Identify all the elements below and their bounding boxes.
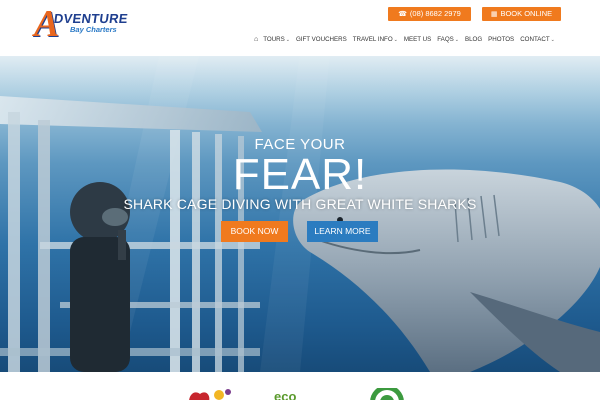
book-online-label: BOOK ONLINE	[500, 9, 553, 18]
chevron-down-icon: ⌄	[393, 37, 398, 43]
nav-item-tours[interactable]: TOURS⌄	[263, 35, 290, 45]
hero-headline: FEAR!	[232, 150, 368, 199]
home-icon[interactable]: ⌂	[254, 35, 258, 45]
nav-item-faqs[interactable]: FAQS⌄	[437, 35, 459, 45]
nav-item-photos[interactable]: PHOTOS	[488, 35, 514, 45]
nav-label: CONTACT	[520, 36, 550, 43]
hero-subheadline: SHARK CAGE DIVING WITH GREAT WHITE SHARK…	[123, 196, 477, 212]
nav-label: BLOG	[464, 36, 483, 43]
partner-logo-1[interactable]	[186, 388, 232, 400]
partner-logo-eco[interactable]: eco	[274, 388, 320, 400]
nav-label: TOURS	[263, 36, 285, 43]
logo-wordmark: DVENTURE	[52, 11, 129, 26]
site-logo[interactable]: A DVENTURE Bay Charters	[34, 5, 129, 45]
calendar-icon: ▦	[490, 11, 498, 18]
nav-item-contact[interactable]: CONTACT⌄	[520, 35, 555, 45]
phone-button[interactable]: ☎ (08) 8682 2979	[388, 7, 471, 21]
chevron-down-icon: ⌄	[285, 37, 290, 43]
site-header: A DVENTURE Bay Charters ☎ (08) 8682 2979 …	[0, 0, 600, 56]
phone-button-label: (08) 8682 2979	[409, 9, 461, 18]
nav-label: TRAVEL INFO	[352, 36, 393, 43]
partner-logos: eco	[0, 372, 600, 400]
nav-item-meet-us[interactable]: MEET US	[404, 35, 431, 45]
chevron-down-icon: ⌄	[454, 37, 459, 43]
hero-banner: FACE YOUR FEAR! SHARK CAGE DIVING WITH G…	[0, 52, 600, 372]
book-now-button[interactable]: BOOK NOW	[221, 221, 288, 242]
learn-more-button[interactable]: LEARN MORE	[307, 221, 378, 242]
logo-subtitle: Bay Charters	[70, 25, 117, 34]
nav-label: FAQS	[437, 36, 454, 43]
partner-logo-3[interactable]	[366, 388, 408, 400]
chevron-down-icon: ⌄	[550, 37, 555, 43]
main-nav: ⌂ TOURS⌄ GIFT VOUCHERS TRAVEL INFO⌄ MEET…	[254, 35, 561, 45]
eco-logo-text: eco	[274, 389, 297, 400]
hero-content: FACE YOUR FEAR! SHARK CAGE DIVING WITH G…	[0, 52, 600, 372]
nav-label: GIFT VOUCHERS	[295, 36, 347, 43]
nav-item-gift-vouchers[interactable]: GIFT VOUCHERS	[296, 35, 347, 45]
nav-item-travel-info[interactable]: TRAVEL INFO⌄	[353, 35, 398, 45]
book-online-button[interactable]: ▦ BOOK ONLINE	[482, 7, 561, 21]
nav-label: MEET US	[403, 36, 432, 43]
phone-icon: ☎	[398, 11, 407, 18]
nav-item-blog[interactable]: BLOG	[465, 35, 482, 45]
nav-label: PHOTOS	[488, 36, 515, 43]
